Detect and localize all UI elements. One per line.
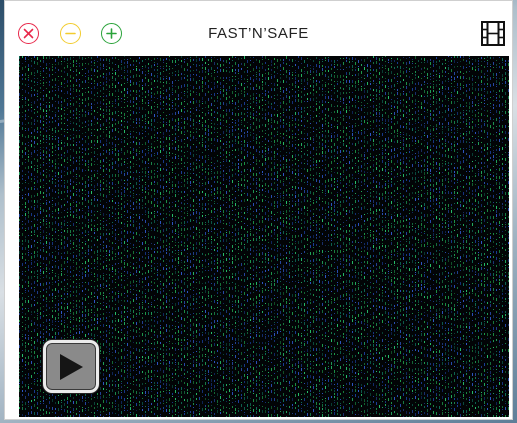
video-player[interactable] <box>19 56 509 417</box>
window-title: FAST’N’SAFE <box>208 25 309 42</box>
app-window: FAST’N’SAFE <box>4 0 513 420</box>
film-icon[interactable] <box>481 21 505 46</box>
title-bar: FAST’N’SAFE <box>5 1 512 53</box>
play-button[interactable] <box>43 340 99 393</box>
play-icon <box>60 353 83 380</box>
